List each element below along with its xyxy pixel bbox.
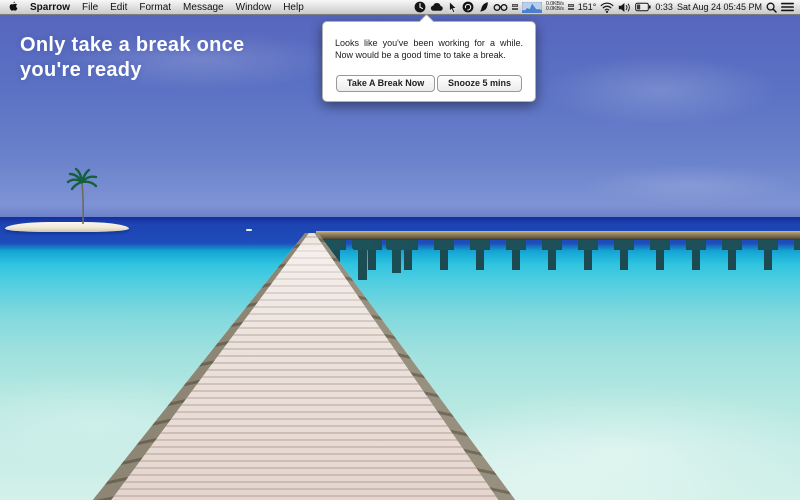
headline-line2: you're ready	[20, 58, 244, 83]
spotlight-search-icon[interactable]	[766, 0, 777, 14]
desktop-screen: Only take a break once you're ready Spar…	[0, 0, 800, 500]
clock-date-label[interactable]: Sat Aug 24 05:45 PM	[677, 2, 762, 12]
menu-bar: Sparrow File Edit Format Message Window …	[0, 0, 800, 15]
menu-bar-left: Sparrow File Edit Format Message Window …	[8, 0, 304, 14]
menu-edit[interactable]: Edit	[110, 2, 127, 13]
menu-window[interactable]: Window	[236, 2, 272, 13]
notification-center-icon[interactable]	[781, 0, 794, 14]
menu-bar-status: 0.0KB/s 0.0KB/s 151°	[414, 0, 794, 14]
timeout-clock-icon[interactable]	[414, 0, 426, 14]
menu-file[interactable]: File	[82, 2, 98, 13]
desktop-headline: Only take a break once you're ready	[20, 33, 244, 83]
popover-message: Looks like you've been working for a whi…	[323, 22, 535, 61]
cloud-icon[interactable]	[430, 0, 444, 14]
volume-icon[interactable]	[618, 0, 631, 14]
binoculars-icon[interactable]	[493, 0, 508, 14]
wifi-icon[interactable]	[600, 0, 614, 14]
popover-message-line2: Now would be a good time to take a break…	[335, 49, 523, 61]
meter-icon[interactable]	[568, 4, 574, 10]
network-down-label: 0.0KB/s	[546, 7, 564, 13]
upload-circle-icon[interactable]	[462, 0, 474, 14]
snooze-button[interactable]: Snooze 5 mins	[437, 75, 522, 92]
menu-help[interactable]: Help	[283, 2, 304, 13]
pier-pylon-stems	[318, 250, 800, 270]
headline-line1: Only take a break once	[20, 33, 244, 58]
menu-app-name[interactable]: Sparrow	[30, 2, 70, 13]
pier-deck	[316, 231, 800, 240]
apple-icon[interactable]	[8, 0, 18, 14]
network-graph-icon[interactable]	[522, 0, 542, 14]
take-break-button[interactable]: Take A Break Now	[336, 75, 435, 92]
cursor-icon[interactable]	[448, 0, 458, 14]
pier-pylon	[358, 240, 367, 280]
break-popover: Looks like you've been working for a whi…	[322, 21, 536, 102]
palm-tree	[62, 166, 104, 226]
distant-boat	[246, 229, 252, 231]
quill-icon[interactable]	[478, 0, 489, 14]
menu-message[interactable]: Message	[183, 2, 224, 13]
pier-pylon	[326, 240, 335, 286]
battery-icon[interactable]	[635, 0, 651, 14]
temperature-label[interactable]: 151°	[578, 2, 597, 12]
menu-format[interactable]: Format	[139, 2, 171, 13]
timer-label[interactable]: 0:33	[655, 2, 673, 12]
meter-icon[interactable]	[512, 4, 518, 10]
popover-buttons: Take A Break Now Snooze 5 mins	[336, 75, 522, 92]
pier-pylon	[392, 240, 401, 273]
popover-message-line1: Looks like you've been working for a whi…	[335, 37, 523, 49]
network-speed-stack[interactable]: 0.0KB/s 0.0KB/s	[546, 2, 564, 13]
